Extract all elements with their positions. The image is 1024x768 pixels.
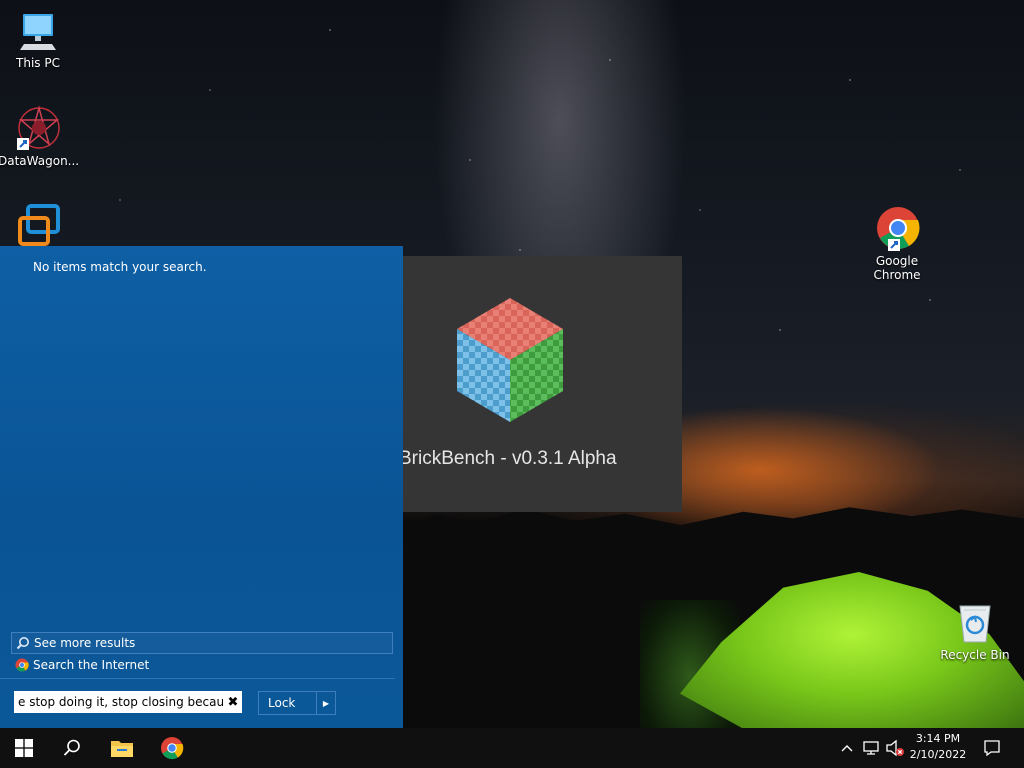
search-icon [16,637,29,650]
chrome-icon [161,737,184,760]
start-button[interactable] [0,728,48,768]
desktop-icon-google-chrome[interactable]: Google Chrome [857,206,937,282]
this-pc-icon [20,14,56,50]
desktop-icon-datawagon[interactable]: DataWagon... [0,104,80,168]
network-icon [863,741,879,755]
chrome-icon [15,658,29,672]
notification-icon [984,740,1000,757]
chrome-label: Google Chrome [873,254,921,282]
this-pc-label: This PC [16,56,60,70]
recycle-bin-icon [959,605,991,643]
chrome-taskbar-button[interactable] [148,728,196,768]
see-more-results-button[interactable]: See more results [11,632,393,654]
splash-title: BrickBench - v0.3.1 Alpha [399,448,617,469]
taskbar-search-button[interactable] [48,728,96,768]
taskbar-clock[interactable]: 3:14 PM 2/10/2022 [902,731,974,763]
power-options-arrow-icon[interactable]: ▶ [316,692,335,714]
recycle-bin-label: Recycle Bin [940,648,1010,662]
chrome-icon [877,207,920,251]
file-explorer-button[interactable] [98,728,146,768]
desktop-icon-this-pc[interactable]: This PC [0,8,78,70]
taskbar: 3:14 PM 2/10/2022 [0,728,1024,768]
lock-button-label[interactable]: Lock [259,692,316,714]
brickbench-logo-icon [457,298,563,422]
chevron-up-icon [841,745,853,752]
start-search-panel: No items match your search. See more res… [0,246,403,728]
clock-date: 2/10/2022 [909,748,967,761]
action-center-button[interactable] [978,728,1006,768]
clock-time: 3:14 PM [915,732,961,745]
start-menu-divider [0,678,395,679]
brickbench-splash-window: BrickBench - v0.3.1 Alpha [399,256,682,512]
datawagon-label: DataWagon... [0,154,80,168]
search-input-value[interactable]: e stop doing it, stop closing because [14,695,224,709]
windows-logo-icon [15,739,33,757]
desktop-icon-recycle-bin[interactable]: Recycle Bin [935,600,1015,662]
see-more-results-label: See more results [34,636,136,650]
clear-search-icon[interactable]: ✖ [224,695,242,710]
desktop-icon-app[interactable] [0,202,78,246]
search-icon [63,739,80,756]
no-results-message: No items match your search. [33,260,207,274]
network-tray-button[interactable] [860,728,882,768]
app-window-icon [18,204,60,246]
search-the-internet-button[interactable]: Search the Internet [11,656,149,674]
folder-icon [111,741,133,757]
show-hidden-icons-button[interactable] [838,728,856,768]
datawagon-icon [17,105,60,150]
lock-button[interactable]: Lock ▶ [258,691,336,715]
search-the-internet-label: Search the Internet [33,658,150,672]
start-search-input[interactable]: e stop doing it, stop closing because ✖ [14,691,242,713]
